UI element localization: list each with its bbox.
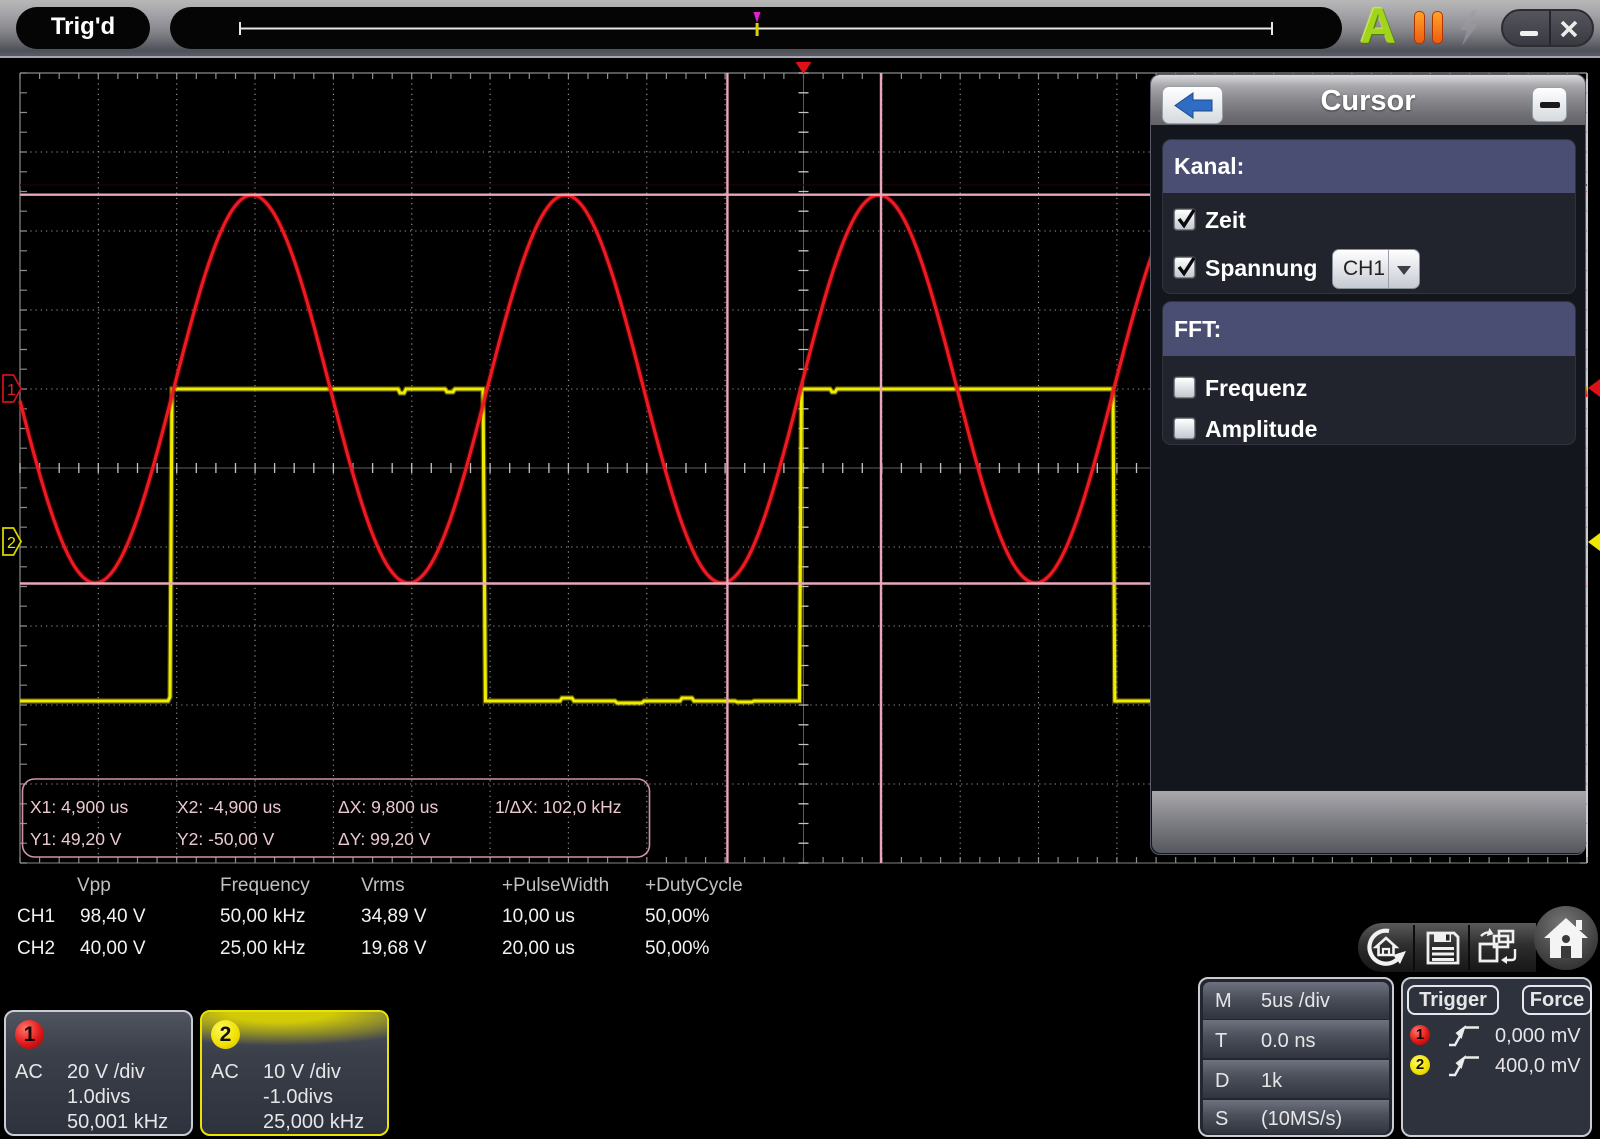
svg-text:2: 2: [7, 535, 16, 552]
svg-text:X2: -4,900 us: X2: -4,900 us: [177, 797, 281, 817]
svg-text:ΔX: 9,800 us: ΔX: 9,800 us: [338, 797, 438, 817]
svg-text:Y1: 49,20 V: Y1: 49,20 V: [30, 829, 122, 849]
svg-text:Y2: -50,00 V: Y2: -50,00 V: [177, 829, 275, 849]
svg-text:ΔY: 99,20 V: ΔY: 99,20 V: [338, 829, 431, 849]
svg-text:X1: 4,900 us: X1: 4,900 us: [30, 797, 129, 817]
svg-text:1: 1: [7, 382, 16, 399]
svg-text:1/ΔX: 102,0 kHz: 1/ΔX: 102,0 kHz: [495, 797, 621, 817]
